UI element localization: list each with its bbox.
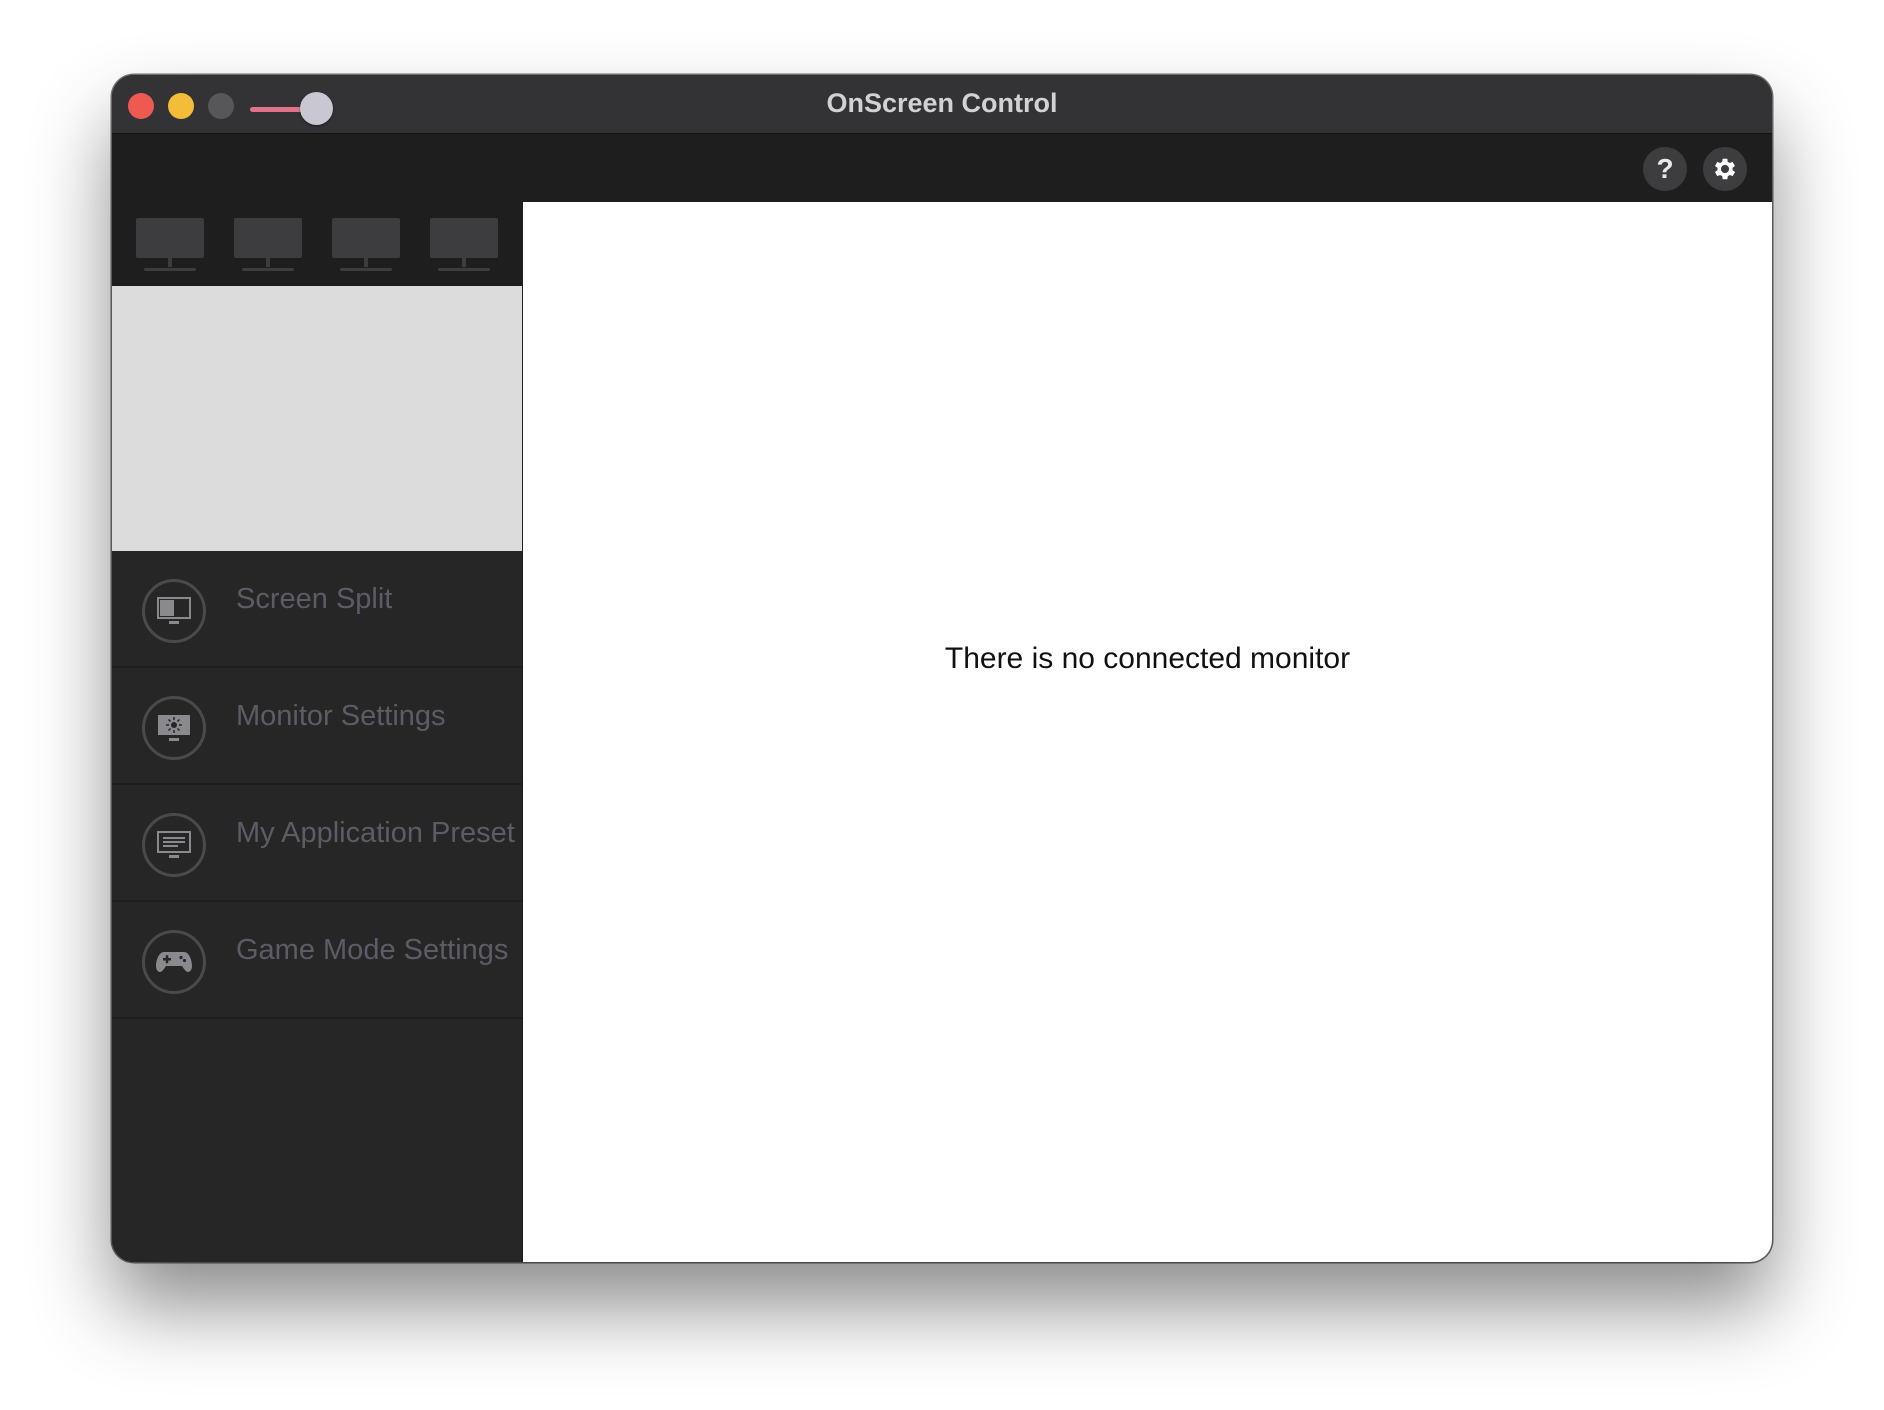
application-preset-icon <box>142 813 206 877</box>
gear-icon <box>1714 158 1736 180</box>
monitor-icon[interactable] <box>428 218 500 274</box>
sidebar-item-monitor-settings[interactable]: Monitor Settings <box>112 668 522 785</box>
sidebar-item-label: Screen Split <box>236 583 393 615</box>
monitor-icon[interactable] <box>232 218 304 274</box>
toolbar: ? <box>112 134 1772 202</box>
sidebar: Screen Split Monitor Settings My Applica… <box>112 551 523 1262</box>
sidebar-item-label: My Application Preset <box>236 817 515 849</box>
sidebar-item-label: Monitor Settings <box>236 700 446 732</box>
sidebar-item-label: Game Mode Settings <box>236 934 509 966</box>
sidebar-item-game-mode-settings[interactable]: Game Mode Settings <box>112 902 522 1019</box>
app-window: OnScreen Control ? Screen Split Monitor … <box>112 75 1772 1262</box>
main-content: There is no connected monitor <box>523 202 1772 1262</box>
title-bar[interactable]: OnScreen Control <box>112 75 1772 134</box>
monitor-selector <box>112 202 522 286</box>
help-button[interactable]: ? <box>1643 147 1687 191</box>
question-icon: ? <box>1656 153 1674 184</box>
sidebar-item-my-application-preset[interactable]: My Application Preset <box>112 785 522 902</box>
settings-button[interactable] <box>1703 147 1747 191</box>
monitor-settings-icon <box>142 696 206 760</box>
screen-split-icon <box>142 579 206 643</box>
monitor-preview-area <box>112 286 522 551</box>
gamepad-icon <box>142 930 206 994</box>
no-monitor-message: There is no connected monitor <box>944 642 1351 675</box>
window-title: OnScreen Control <box>826 88 1058 118</box>
sidebar-item-screen-split[interactable]: Screen Split <box>112 551 522 668</box>
monitor-icon[interactable] <box>134 218 206 274</box>
monitor-icon[interactable] <box>330 218 402 274</box>
